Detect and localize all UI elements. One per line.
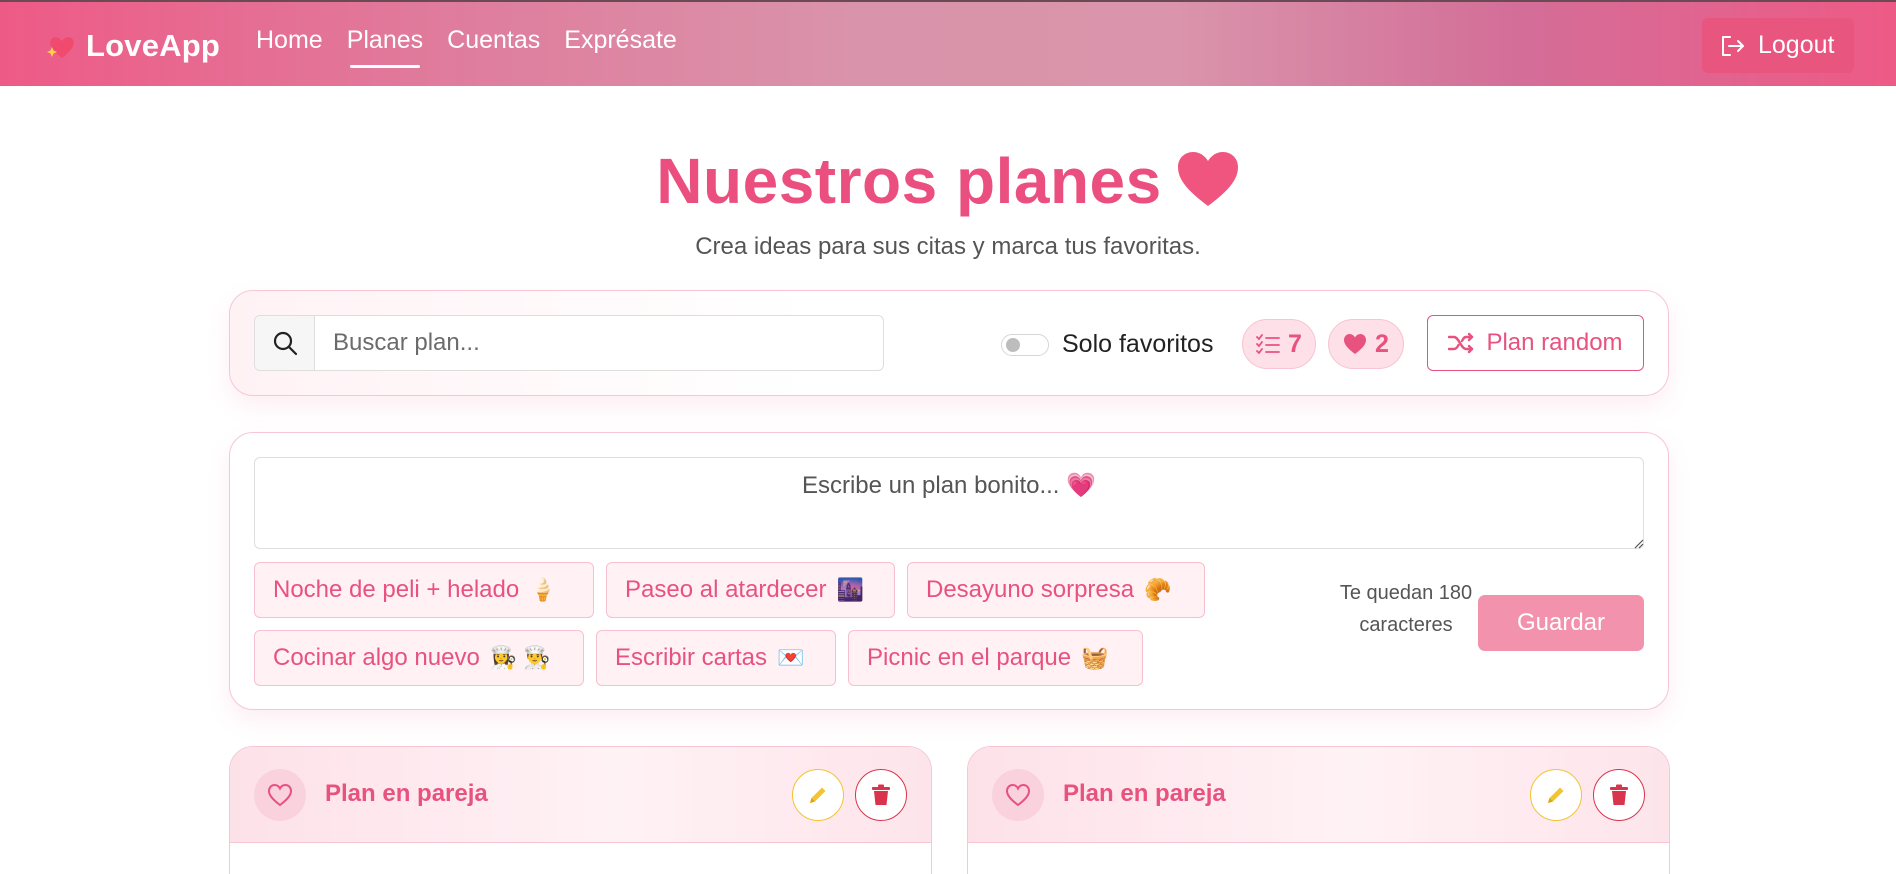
suggestion-label: Desayuno sorpresa <box>926 576 1135 603</box>
brand[interactable]: LoveApp <box>46 28 220 64</box>
favorite-button[interactable] <box>992 769 1044 821</box>
plan-card-header: Plan en pareja <box>230 747 931 843</box>
favorites-toggle-label: Solo favoritos <box>1062 330 1214 358</box>
suggestion-label: Paseo al atardecer <box>625 576 827 603</box>
resize-grip-icon[interactable] <box>1632 537 1644 549</box>
remaining-characters: Te quedan 180 caracteres <box>1339 582 1473 636</box>
logout-button[interactable]: Logout <box>1702 18 1854 73</box>
sparkling-heart-icon <box>47 37 74 58</box>
favorite-count: 2 <box>1375 329 1389 358</box>
plan-title: Plan en pareja <box>1063 780 1226 807</box>
page-title-text: Nuestros planes <box>656 145 1162 217</box>
delete-button[interactable] <box>1593 769 1645 821</box>
suggestion-chip[interactable]: Cocinar algo nuevo 👩‍🍳 👨‍🍳 <box>254 630 584 686</box>
plan-count: 7 <box>1288 329 1302 358</box>
plan-textarea[interactable] <box>254 457 1644 549</box>
edit-button[interactable] <box>1530 769 1582 821</box>
logout-icon <box>1722 35 1744 56</box>
brand-name: LoveApp <box>86 28 221 63</box>
cooks-icon: 👩‍🍳 👨‍🍳 <box>489 645 551 670</box>
heart-outline-icon <box>267 783 293 807</box>
top-navbar: LoveApp Home Planes Cuentas Exprésate Lo… <box>0 0 1896 86</box>
suggestion-label: Picnic en el parque <box>867 644 1072 671</box>
suggestion-chip[interactable]: Picnic en el parque 🧺 <box>848 630 1143 686</box>
suggestion-chip[interactable]: Noche de peli + helado 🍦 <box>254 562 594 618</box>
plan-card: Plan en pareja <box>229 746 932 874</box>
suggestion-chip[interactable]: Paseo al atardecer 🌆 <box>606 562 895 618</box>
sunset-icon: 🌆 <box>836 577 864 602</box>
random-plan-label: Plan random <box>1486 329 1623 356</box>
search-icon <box>273 331 297 356</box>
search-group <box>254 315 884 371</box>
nav-link-expresate[interactable]: Exprésate <box>564 26 677 67</box>
favorites-toggle[interactable] <box>1001 334 1049 356</box>
suggestion-chip[interactable]: Desayuno sorpresa 🥐 <box>907 562 1205 618</box>
random-plan-button[interactable]: Plan random <box>1427 315 1644 371</box>
basket-icon: 🧺 <box>1081 645 1109 670</box>
plan-count-badge: 7 <box>1242 319 1316 369</box>
shuffle-icon <box>1448 332 1474 354</box>
heart-outline-icon <box>1005 783 1031 807</box>
pencil-icon <box>1548 787 1564 803</box>
save-button[interactable]: Guardar <box>1478 595 1644 651</box>
favorite-count-badge: 2 <box>1328 319 1404 369</box>
heart-fill-icon <box>1344 334 1367 354</box>
croissant-icon: 🥐 <box>1144 577 1172 602</box>
list-check-icon <box>1256 334 1280 354</box>
nav-links: Home Planes Cuentas Exprésate <box>256 26 701 68</box>
trash-icon <box>1610 784 1628 805</box>
logout-label: Logout <box>1758 31 1835 59</box>
delete-button[interactable] <box>855 769 907 821</box>
favorite-button[interactable] <box>254 769 306 821</box>
nav-link-home[interactable]: Home <box>256 26 323 67</box>
edit-button[interactable] <box>792 769 844 821</box>
pencil-icon <box>810 787 826 803</box>
suggestion-label: Escribir cartas <box>615 644 768 671</box>
plan-title: Plan en pareja <box>325 780 488 807</box>
plan-card-header: Plan en pareja <box>968 747 1669 843</box>
suggestion-label: Noche de peli + helado <box>273 576 520 603</box>
trash-icon <box>872 784 890 805</box>
search-input[interactable] <box>315 316 883 370</box>
plan-card: Plan en pareja <box>967 746 1670 874</box>
love-letter-icon: 💌 <box>777 645 805 670</box>
heart-icon <box>1177 152 1238 207</box>
filters-card: Solo favoritos 7 2 Plan random <box>229 290 1669 396</box>
nav-link-cuentas[interactable]: Cuentas <box>447 26 540 67</box>
search-addon <box>255 316 315 370</box>
ice-cream-icon: 🍦 <box>529 577 557 602</box>
composer-card: Noche de peli + helado 🍦 Paseo al atarde… <box>229 432 1669 710</box>
suggestion-chip[interactable]: Escribir cartas 💌 <box>596 630 836 686</box>
nav-link-planes[interactable]: Planes <box>347 26 423 68</box>
page-subtitle: Crea ideas para sus citas y marca tus fa… <box>695 233 1201 260</box>
suggestion-label: Cocinar algo nuevo <box>273 644 480 671</box>
page-title: Nuestros planes <box>0 144 1896 218</box>
